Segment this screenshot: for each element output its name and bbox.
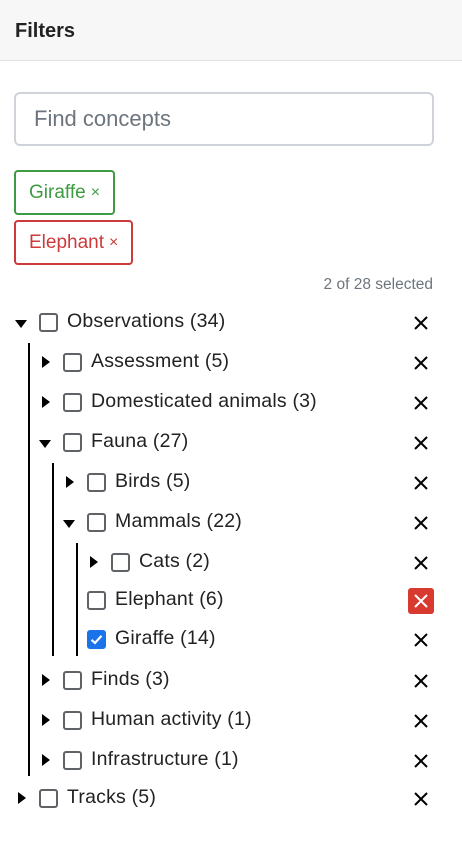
tree-node-infrastructure: Infrastructure (1): [0, 741, 462, 781]
node-checkbox[interactable]: [39, 313, 58, 332]
node-label[interactable]: Human activity (1): [91, 708, 252, 731]
tree-node-birds: Birds (5): [0, 463, 462, 503]
find-concepts-input[interactable]: [14, 92, 434, 146]
node-label[interactable]: Assessment (5): [91, 350, 229, 373]
close-icon: [414, 714, 428, 728]
tree-node-finds: Finds (3): [0, 661, 462, 701]
collapse-caret-icon[interactable]: [39, 440, 51, 448]
close-icon: [414, 396, 428, 410]
remove-node-button[interactable]: [408, 470, 434, 496]
remove-node-button[interactable]: [408, 350, 434, 376]
tree-node-elephant: Elephant (6): [0, 581, 462, 621]
node-label[interactable]: Giraffe (14): [115, 627, 216, 650]
close-icon: [414, 754, 428, 768]
filters-header: Filters: [0, 0, 462, 61]
filters-title: Filters: [15, 20, 76, 42]
tree-node-observations: Observations (34): [0, 303, 462, 343]
expand-caret-icon[interactable]: [42, 674, 50, 686]
tag-label: Giraffe: [29, 181, 86, 203]
node-checkbox[interactable]: [39, 789, 58, 808]
selected-tag-elephant[interactable]: Elephant ×: [14, 220, 134, 265]
expand-caret-icon[interactable]: [18, 792, 26, 804]
node-label[interactable]: Domesticated animals (3): [91, 390, 317, 413]
tree-node-assessment: Assessment (5): [0, 343, 462, 383]
remove-node-button[interactable]: [408, 588, 434, 614]
close-icon: [414, 674, 428, 688]
remove-node-button[interactable]: [408, 708, 434, 734]
tag-remove-icon[interactable]: ×: [91, 184, 100, 202]
node-label[interactable]: Elephant (6): [115, 588, 224, 611]
node-checkbox[interactable]: [63, 393, 82, 412]
node-checkbox[interactable]: [87, 630, 106, 649]
checkmark-icon: [90, 635, 103, 645]
expand-caret-icon[interactable]: [42, 356, 50, 368]
node-checkbox[interactable]: [87, 513, 106, 532]
tree-node-tracks: Tracks (5): [0, 779, 462, 819]
tree-node-human-activity: Human activity (1): [0, 701, 462, 741]
node-label[interactable]: Mammals (22): [115, 510, 242, 533]
node-checkbox[interactable]: [87, 473, 106, 492]
node-label[interactable]: Finds (3): [91, 668, 170, 691]
close-icon: [414, 316, 428, 330]
remove-node-button[interactable]: [408, 786, 434, 812]
node-checkbox[interactable]: [63, 671, 82, 690]
node-checkbox[interactable]: [63, 433, 82, 452]
remove-node-button[interactable]: [408, 390, 434, 416]
node-checkbox[interactable]: [87, 591, 106, 610]
tree-node-cats: Cats (2): [0, 543, 462, 583]
remove-node-button[interactable]: [408, 627, 434, 653]
close-icon: [414, 556, 428, 570]
close-icon: [414, 516, 428, 530]
selected-tag-giraffe[interactable]: Giraffe ×: [14, 170, 116, 215]
expand-caret-icon[interactable]: [66, 476, 74, 488]
expand-caret-icon[interactable]: [42, 396, 50, 408]
close-icon: [414, 436, 428, 450]
expand-caret-icon[interactable]: [42, 754, 50, 766]
expand-caret-icon[interactable]: [90, 556, 98, 568]
node-label[interactable]: Birds (5): [115, 470, 190, 493]
collapse-caret-icon[interactable]: [63, 520, 75, 528]
remove-node-button[interactable]: [408, 748, 434, 774]
selected-count: 2 of 28 selected: [323, 276, 433, 293]
close-icon: [414, 594, 428, 608]
close-icon: [414, 356, 428, 370]
node-label[interactable]: Observations (34): [67, 310, 225, 333]
close-icon: [414, 792, 428, 806]
node-checkbox[interactable]: [63, 751, 82, 770]
expand-caret-icon[interactable]: [42, 714, 50, 726]
node-checkbox[interactable]: [63, 353, 82, 372]
close-icon: [414, 476, 428, 490]
tree-node-domesticated-animals: Domesticated animals (3): [0, 383, 462, 423]
node-label[interactable]: Cats (2): [139, 550, 210, 573]
node-label[interactable]: Tracks (5): [67, 786, 156, 809]
tree-node-fauna: Fauna (27): [0, 423, 462, 463]
remove-node-button[interactable]: [408, 550, 434, 576]
node-label[interactable]: Infrastructure (1): [91, 748, 239, 771]
close-icon: [414, 633, 428, 647]
node-checkbox[interactable]: [63, 711, 82, 730]
remove-node-button[interactable]: [408, 668, 434, 694]
tree-node-mammals: Mammals (22): [0, 503, 462, 543]
node-label[interactable]: Fauna (27): [91, 430, 188, 453]
tag-label: Elephant: [29, 231, 105, 253]
tag-remove-icon[interactable]: ×: [109, 234, 118, 252]
remove-node-button[interactable]: [408, 430, 434, 456]
collapse-caret-icon[interactable]: [15, 320, 27, 328]
node-checkbox[interactable]: [111, 553, 130, 572]
remove-node-button[interactable]: [408, 510, 434, 536]
tree-node-giraffe: Giraffe (14): [0, 620, 462, 660]
remove-node-button[interactable]: [408, 310, 434, 336]
